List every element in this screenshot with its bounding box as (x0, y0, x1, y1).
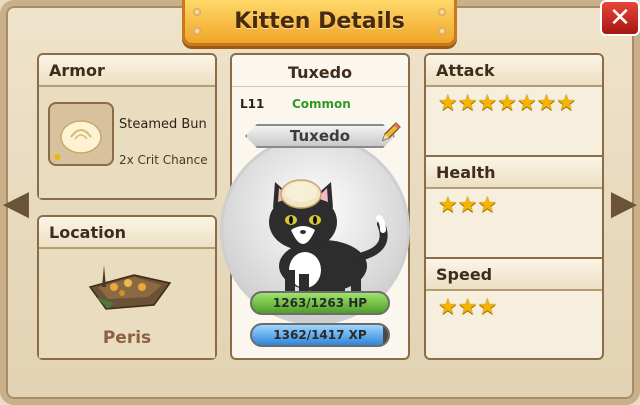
steamed-bun-icon (60, 120, 102, 154)
star-icon: ★ (536, 91, 557, 116)
hp-text: 1263/1263 HP (272, 296, 368, 310)
page-title: Kitten Details (234, 9, 405, 34)
title-banner: Kitten Details (182, 0, 457, 46)
star-icon: ★ (52, 150, 63, 164)
chevron-left-icon: ◀ (2, 183, 30, 223)
star-icon: ★ (438, 91, 458, 116)
banner-stud (193, 27, 201, 35)
edit-name-button[interactable] (378, 119, 404, 145)
health-section: Health ★★★ (426, 155, 602, 257)
speed-section: Speed ★★★ (426, 257, 602, 358)
kitten-name-ribbon-text: Tuxedo (289, 127, 351, 145)
star-icon: ★ (477, 295, 498, 320)
xp-text: 1362/1417 XP (273, 328, 367, 342)
attack-heading: Attack (426, 55, 602, 87)
armor-heading: Armor (39, 55, 215, 87)
star-icon: ★ (457, 91, 478, 116)
star-icon: ★ (457, 295, 478, 320)
banner-stud (193, 8, 201, 16)
star-icon: ★ (497, 91, 517, 116)
location-panel: Location Peris (37, 215, 217, 360)
banner-stud (438, 27, 446, 35)
banner-stud (438, 8, 446, 16)
hp-bar: 1263/1263 HP (250, 291, 390, 315)
star-icon: ★ (477, 91, 498, 116)
star-icon: ★ (457, 193, 478, 218)
attack-section: Attack ★★★★★★★ (426, 55, 602, 155)
armor-item-slot[interactable]: ★ (48, 102, 114, 166)
star-icon: ★ (477, 193, 498, 218)
kitten-rarity: Common (292, 97, 351, 111)
armor-item-effect: 2x Crit Chance (119, 153, 208, 167)
kitten-level: L11 (240, 97, 265, 111)
kitten-name-ribbon: Tuxedo (245, 124, 395, 148)
stats-panel: Attack ★★★★★★★ Health ★★★ Speed ★★★ (424, 53, 604, 360)
previous-kitten-button[interactable]: ◀ (2, 175, 30, 231)
star-icon: ★ (556, 91, 577, 116)
armor-panel: Armor ★ Steamed Bun 2x Crit Chance (37, 53, 217, 200)
star-icon: ★ (516, 91, 537, 116)
next-kitten-button[interactable]: ▶ (610, 175, 638, 231)
kitten-name-heading: Tuxedo (232, 55, 408, 87)
attack-stars: ★★★★★★★ (426, 87, 602, 121)
close-icon: ✕ (609, 3, 631, 33)
kitten-card: Tuxedo L11 Common Tuxedo 1263/1263 HP 13… (220, 53, 410, 360)
pencil-icon (382, 122, 401, 141)
star-icon: ★ (438, 193, 458, 218)
location-island-icon[interactable] (84, 257, 174, 317)
close-button[interactable]: ✕ (600, 0, 640, 36)
location-heading: Location (39, 217, 215, 249)
speed-stars: ★★★ (426, 291, 602, 325)
location-name: Peris (102, 328, 152, 348)
health-heading: Health (426, 157, 602, 189)
armor-item-name: Steamed Bun (119, 117, 207, 132)
star-icon: ★ (438, 295, 458, 320)
health-stars: ★★★ (426, 189, 602, 223)
chevron-right-icon: ▶ (610, 183, 638, 223)
speed-heading: Speed (426, 259, 602, 291)
xp-bar: 1362/1417 XP (250, 323, 390, 347)
